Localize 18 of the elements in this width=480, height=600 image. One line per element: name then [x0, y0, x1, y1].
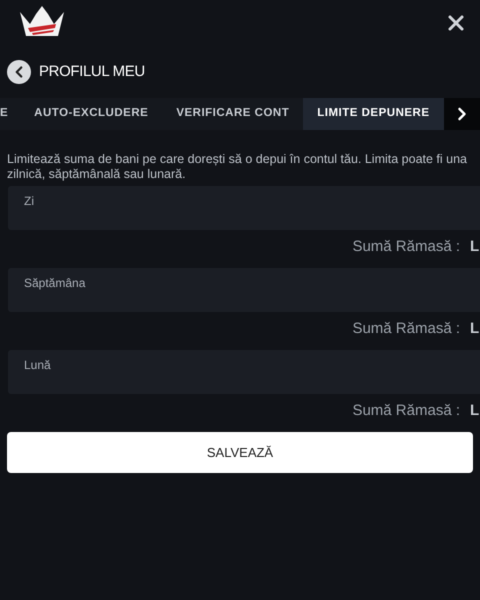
limit-input-field[interactable]: Săptămâna [8, 268, 480, 312]
remaining-amount-label: Sumă Rămasă : [352, 400, 460, 421]
tab[interactable]: LIMITE DEPUNERE [303, 98, 444, 130]
remaining-amount-label: Sumă Rămasă : [352, 236, 460, 257]
limit-input-field[interactable]: Lună [8, 350, 480, 394]
remaining-amount-value: L [470, 400, 480, 421]
save-button[interactable]: SALVEAZĂ [7, 432, 473, 473]
tab[interactable]: E [0, 98, 20, 130]
scroll-right-button[interactable] [444, 98, 480, 130]
tab[interactable]: VERIFICARE CONT [162, 98, 304, 130]
page-title: PROFILUL MEU [39, 62, 145, 82]
limit-input-field[interactable]: Zi [8, 186, 480, 230]
remaining-amount-value: L [470, 318, 480, 339]
remaining-amount-value: L [470, 236, 480, 257]
limit-description: Limitează suma de bani pe care dorești să o depui în contul tău. Limita poate fi una zilnică, săptămânală sau lunară. [6, 152, 468, 182]
tab[interactable]: AUTO-EXCLUDERE [20, 98, 162, 130]
back-button[interactable] [7, 60, 31, 84]
remaining-amount-label: Sumă Rămasă : [352, 318, 460, 339]
